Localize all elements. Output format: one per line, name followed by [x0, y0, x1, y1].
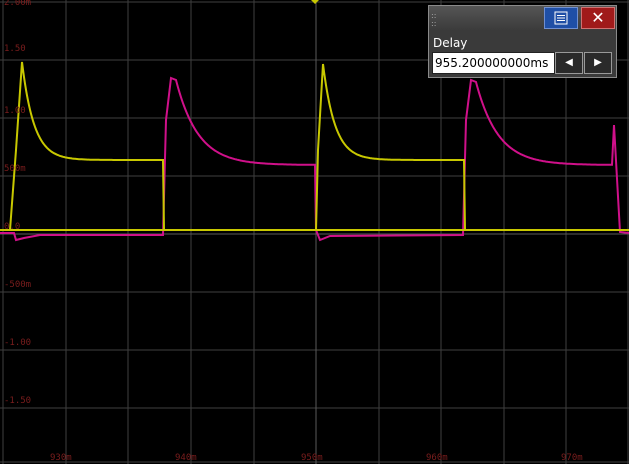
delay-panel[interactable]: :::: ✕ Delay 955.200000000ms ◀ ▶ — [428, 5, 617, 78]
decrement-button[interactable]: ◀ — [555, 52, 583, 74]
y-axis-label: 1.00 — [4, 106, 26, 116]
menu-button[interactable] — [544, 7, 578, 29]
delay-value-input[interactable]: 955.200000000ms — [432, 52, 555, 74]
y-axis-label: -1.00 — [4, 338, 32, 348]
x-axis-label: 940m — [175, 453, 197, 463]
increment-button[interactable]: ▶ — [584, 52, 612, 74]
x-axis-label: 960m — [426, 453, 448, 463]
x-axis-label: 970m — [561, 453, 583, 463]
delay-label: Delay — [433, 36, 468, 50]
menu-list-icon — [554, 11, 568, 25]
arrow-right-icon: ▶ — [594, 57, 602, 68]
y-axis-label: 0.0 — [4, 222, 21, 232]
close-button[interactable]: ✕ — [581, 7, 615, 29]
grip-dots-icon[interactable]: :::: — [431, 12, 436, 28]
close-icon: ✕ — [591, 8, 605, 27]
arrow-left-icon: ◀ — [565, 57, 573, 68]
y-axis-label: 2.00m — [4, 0, 32, 8]
x-axis-label: 950m — [301, 453, 323, 463]
y-axis-label: 500m — [4, 164, 26, 174]
x-axis-label: 930m — [50, 453, 72, 463]
y-axis-label: 1.50 — [4, 44, 26, 54]
y-axis-label: -1.50 — [4, 396, 32, 406]
panel-titlebar[interactable]: :::: ✕ — [429, 6, 616, 31]
y-axis-label: -500m — [4, 280, 32, 290]
